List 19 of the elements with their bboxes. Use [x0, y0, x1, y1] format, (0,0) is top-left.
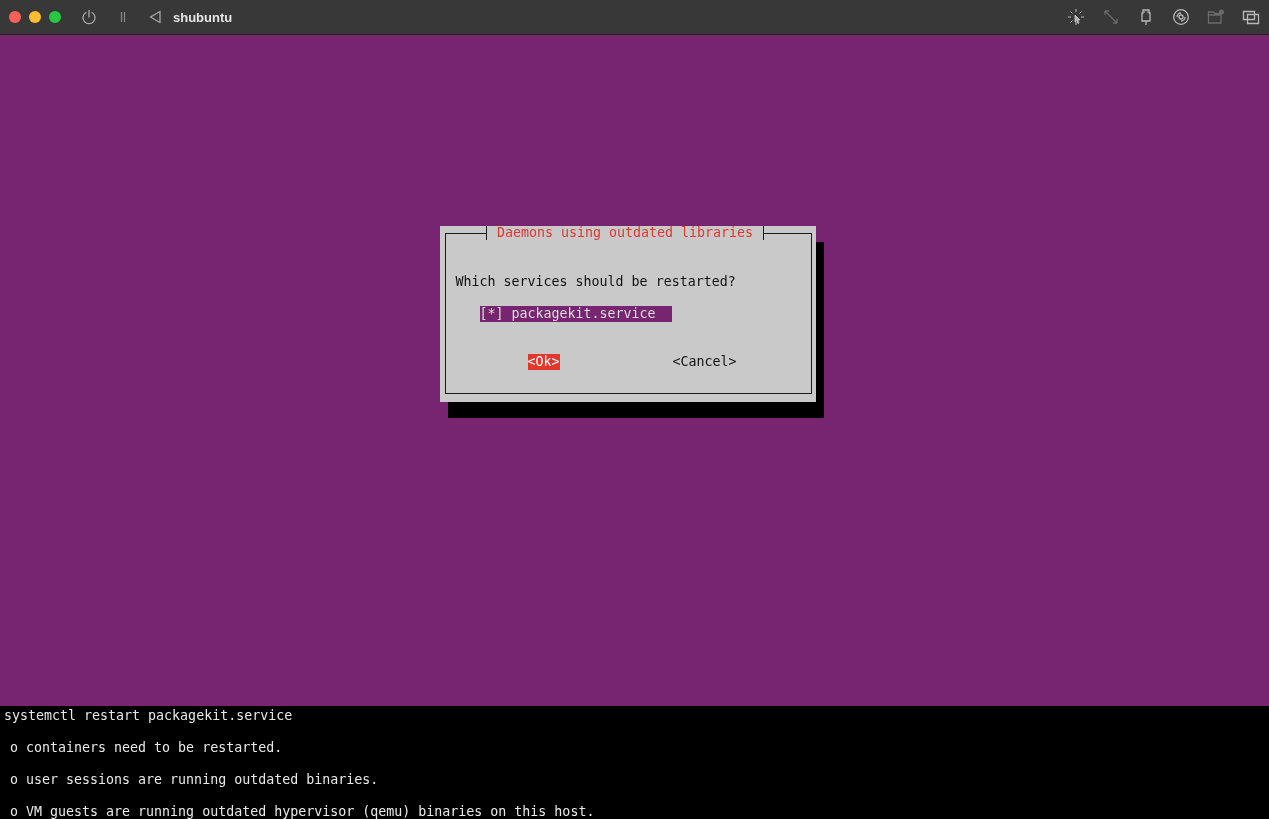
pause-icon[interactable] [119, 11, 127, 23]
terminal-line: systemctl restart packagekit.service [3, 708, 294, 724]
service-checklist-item[interactable]: [*] packagekit.service [479, 306, 672, 322]
terminal-line: o user sessions are running outdated binaries. [9, 772, 380, 788]
minimize-button[interactable] [29, 11, 41, 23]
cursor-sparkle-icon[interactable] [1067, 8, 1085, 26]
disc-icon[interactable] [1172, 8, 1190, 26]
window-title: shubuntu [173, 9, 233, 25]
terminal-line: o VM guests are running outdated hypervisor (qemu) binaries on this host. [9, 804, 596, 819]
dialog-title: Daemons using outdated libraries [485, 226, 765, 240]
power-icon[interactable] [81, 9, 97, 25]
question-text: Which services should be restarted? [455, 274, 737, 290]
terminal-line: o containers need to be restarted. [9, 740, 284, 756]
zoom-button[interactable] [49, 11, 61, 23]
dialog-button[interactable]: <Ok> [527, 354, 560, 370]
dialog-button[interactable]: <Cancel> [672, 354, 737, 370]
close-button[interactable] [9, 11, 21, 23]
windows-icon[interactable] [1242, 8, 1260, 26]
back-triangle-icon[interactable] [149, 10, 161, 24]
